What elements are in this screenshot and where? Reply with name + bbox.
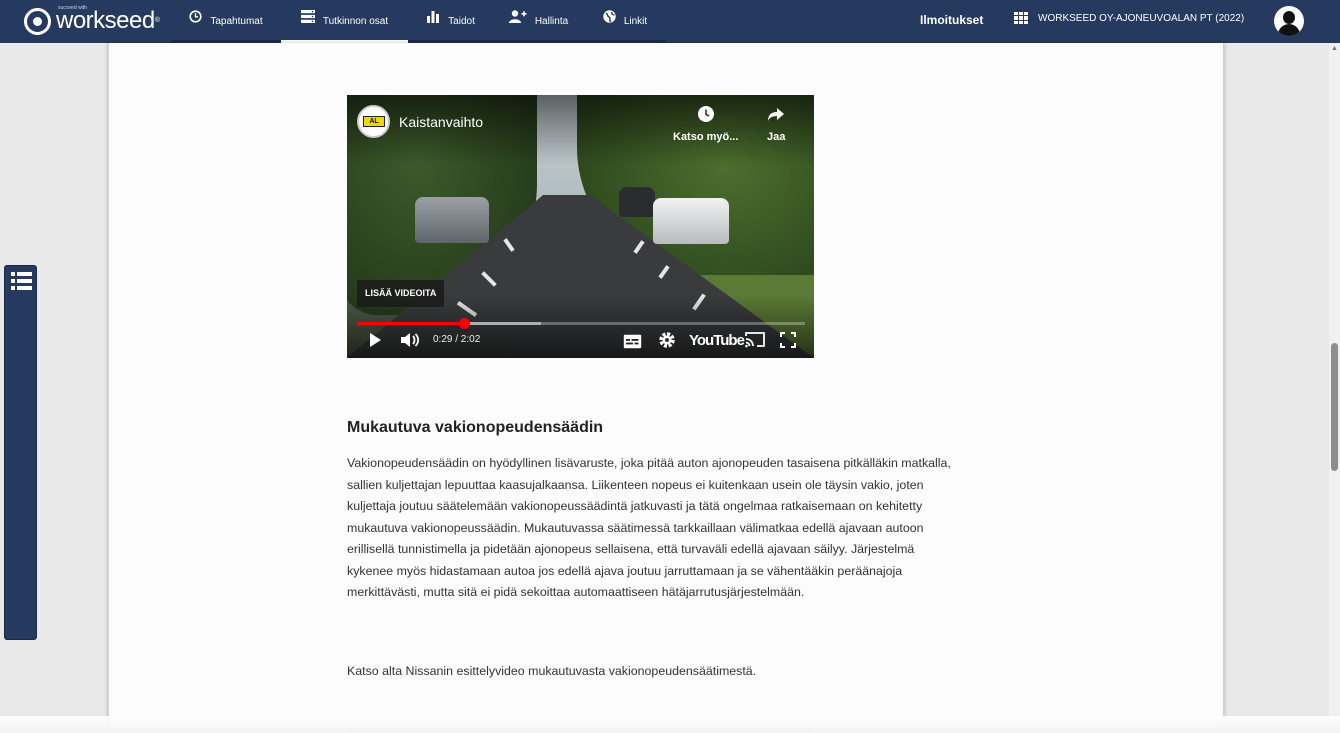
more-videos-button[interactable]: LISÄÄ VIDEOITA xyxy=(357,280,445,307)
bar-chart-icon xyxy=(426,10,440,26)
page-scrollbar[interactable]: ▲ xyxy=(1329,43,1340,733)
bottom-fade xyxy=(0,716,1340,733)
video-progress-bar[interactable] xyxy=(357,318,805,329)
nav-item-hallinta[interactable]: Hallinta xyxy=(493,0,584,43)
logo-reg: ® xyxy=(154,17,160,24)
scroll-thumb[interactable] xyxy=(1331,343,1338,471)
nav-item-tutkinnon-osat[interactable]: Tutkinnon osat xyxy=(281,0,408,43)
nav-item-linkit[interactable]: Linkit xyxy=(584,0,666,43)
youtube-logo[interactable]: YouTube xyxy=(689,332,745,349)
list-view-icon xyxy=(11,272,32,290)
avatar-head xyxy=(1283,11,1295,24)
video-scene-car xyxy=(619,187,655,217)
top-navbar: succeed with workseed® Tapahtumat Tutkin… xyxy=(0,0,1340,43)
channel-badge: AL xyxy=(363,116,385,127)
workseed-logo[interactable]: succeed with workseed® xyxy=(24,5,160,35)
play-button[interactable] xyxy=(367,331,383,355)
fullscreen-icon[interactable] xyxy=(779,331,797,355)
channel-avatar[interactable]: AL xyxy=(357,105,390,138)
logo-mark-icon xyxy=(24,7,51,35)
nav-label: Taidot xyxy=(448,16,475,27)
clock-icon xyxy=(189,10,202,26)
list-icon xyxy=(300,10,315,26)
share-icon xyxy=(767,105,785,128)
video-time: 0:29 / 2:02 xyxy=(433,334,481,345)
organization-name: WORKSEED OY-AJONEUVOALAN PT (2022) xyxy=(1038,12,1245,24)
progress-played xyxy=(357,322,465,325)
share-label: Jaa xyxy=(767,131,786,143)
logo-tagline: succeed with xyxy=(58,5,87,11)
subtitles-button[interactable] xyxy=(623,331,642,355)
nav-label: Hallinta xyxy=(534,16,569,27)
volume-button[interactable] xyxy=(400,331,420,355)
video-scene-car xyxy=(415,197,489,243)
avatar-body xyxy=(1278,24,1300,36)
watch-later-label: Katso myö... xyxy=(673,131,739,143)
nav-label: Linkit xyxy=(623,16,648,27)
globe-icon xyxy=(603,10,616,26)
user-add-icon xyxy=(508,10,527,26)
main-nav: Tapahtumat Tutkinnon osat Taidot Hallint… xyxy=(171,0,666,43)
watch-later-button[interactable]: Katso myö... xyxy=(673,105,738,143)
article-paragraph: Vakionopeudensäädin on hyödyllinen lisäv… xyxy=(347,456,951,599)
settings-gear-icon[interactable] xyxy=(658,331,676,355)
nav-label: Tapahtumat xyxy=(210,16,263,27)
cast-icon[interactable] xyxy=(745,331,766,354)
logo-name: workseed xyxy=(56,7,155,34)
video-top-shade xyxy=(347,95,814,165)
video-title[interactable]: Kaistanvaihto xyxy=(399,114,483,130)
article-paragraph-2: Katso alta Nissanin esittelyvideo mukaut… xyxy=(347,664,757,678)
nav-item-tapahtumat[interactable]: Tapahtumat xyxy=(171,0,281,43)
organization-switcher[interactable]: WORKSEED OY-AJONEUVOALAN PT (2022) xyxy=(1014,12,1244,24)
share-button[interactable]: Jaa xyxy=(767,105,785,143)
scroll-up-arrow-icon[interactable]: ▲ xyxy=(1331,45,1338,52)
logo-wordmark: workseed® xyxy=(56,7,160,34)
section-heading: Mukautuva vakionopeudensäädin xyxy=(347,419,604,436)
video-player[interactable]: AL Kaistanvaihto Katso myö... Jaa LISÄÄ … xyxy=(347,95,814,358)
nav-item-taidot[interactable]: Taidot xyxy=(408,0,493,43)
clock-icon xyxy=(673,105,738,128)
side-panel-toggle[interactable] xyxy=(4,265,37,640)
apps-grid-icon xyxy=(1014,12,1028,24)
nav-label: Tutkinnon osat xyxy=(322,16,389,27)
notifications-link[interactable]: Ilmoitukset xyxy=(920,13,983,27)
progress-scrubber[interactable] xyxy=(459,318,471,329)
user-avatar[interactable] xyxy=(1274,6,1304,36)
video-scene-car xyxy=(653,198,729,244)
